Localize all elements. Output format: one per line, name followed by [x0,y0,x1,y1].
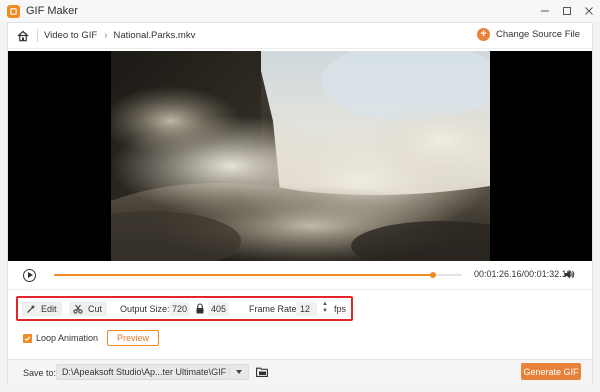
scissors-icon [73,304,83,314]
timeline-progress [54,273,434,276]
frame-rate-stepper[interactable]: ▲ ▼ [321,301,329,316]
save-to-label: Save to: [23,368,57,378]
plus-circle-icon: + [477,28,491,41]
output-size-label-wrap: Output Size: [120,302,170,316]
stepper-down-icon[interactable]: ▼ [321,308,329,315]
maximize-icon[interactable] [556,0,578,22]
frame-rate-label: Frame Rate: [249,304,300,314]
volume-icon[interactable] [564,269,575,280]
frame-rate-label-wrap: Frame Rate: [249,302,299,316]
main-panel: Video to GIF › National.Parks.mkv + Chan… [7,22,593,384]
minimize-icon[interactable] [534,0,556,22]
video-preview[interactable] [8,51,592,261]
fps-unit-wrap: fps [334,302,346,316]
breadcrumb-file-name: National.Parks.mkv [113,30,196,41]
open-folder-icon[interactable] [256,367,268,377]
output-size-label: Output Size: [120,304,170,314]
output-width-input[interactable]: 720 [169,302,190,316]
chevron-down-icon [236,370,242,374]
cut-label: Cut [88,304,103,314]
time-display: 00:01:26.16/00:01:32.18 [474,269,572,279]
playback-bar: 00:01:26.16/00:01:32.18 [8,261,592,289]
stepper-up-icon[interactable]: ▲ [321,301,329,308]
loop-animation-checkbox[interactable] [23,333,32,343]
breadcrumb-divider [37,29,38,42]
breadcrumb: Video to GIF › National.Parks.mkv + Chan… [8,23,592,49]
video-frame-image [111,51,490,261]
loop-animation-option[interactable]: Loop Animation [23,332,98,344]
current-time: 00:01:26.16 [474,269,522,279]
gif-settings-group: Edit Cut Output Size: 720 405 Frame Rate… [16,296,353,321]
generate-gif-button[interactable]: Generate GIF [521,363,581,380]
play-icon[interactable] [23,268,36,282]
output-height-input[interactable]: 405 [208,302,229,316]
edit-label: Edit [41,304,57,314]
loop-animation-label: Loop Animation [36,333,99,343]
edit-button[interactable]: Edit [22,302,62,316]
frame-rate-input[interactable]: 12 [296,302,317,316]
save-path-dropdown[interactable] [230,364,249,380]
divider [8,289,592,290]
timeline-handle[interactable] [430,271,437,278]
gif-maker-app-icon [7,4,20,18]
timeline-slider[interactable] [54,271,462,278]
change-source-file-button[interactable]: + Change Source File [477,28,580,41]
fps-unit: fps [334,304,347,314]
breadcrumb-video-to-gif[interactable]: Video to GIF [44,30,97,41]
close-icon[interactable] [578,0,600,22]
save-path-field[interactable]: D:\Apeaksoft Studio\Ap...ter Ultimate\GI… [56,364,230,380]
window-title: GIF Maker [26,5,78,17]
cut-button[interactable]: Cut [69,302,108,316]
home-icon[interactable] [17,30,29,42]
change-source-file-label: Change Source File [496,29,580,40]
title-bar: GIF Maker [0,0,600,22]
preview-button[interactable]: Preview [107,330,159,346]
footer-bar: Save to: D:\Apeaksoft Studio\Ap...ter Ul… [8,359,592,384]
lock-aspect-icon[interactable] [196,303,204,314]
breadcrumb-separator: › [104,30,108,41]
magic-wand-icon [27,304,36,313]
